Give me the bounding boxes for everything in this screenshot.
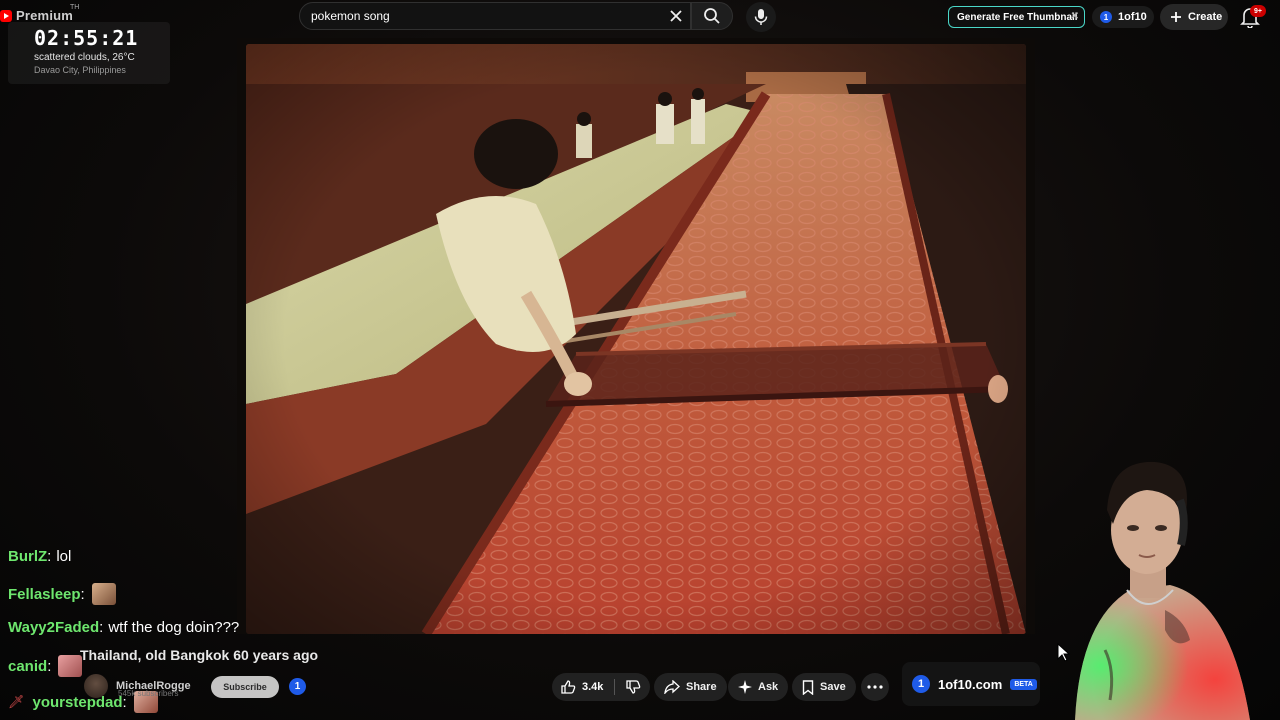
ask-label: Ask	[758, 681, 779, 693]
region-code: TH	[70, 4, 80, 11]
more-actions-button[interactable]	[861, 673, 889, 701]
dislike-button[interactable]	[618, 673, 648, 701]
sword-icon: 🗡	[8, 694, 25, 709]
video-content-image	[246, 44, 1026, 634]
subscribe-button[interactable]: Subscribe	[211, 676, 279, 698]
oneof10-logo-icon: 1	[1100, 11, 1112, 23]
like-button[interactable]: 3.4k	[552, 673, 614, 701]
search-input[interactable]	[311, 9, 651, 23]
weather-text: scattered clouds, 26°C	[34, 52, 135, 63]
sparkle-icon	[738, 680, 752, 694]
channel-avatar[interactable]	[84, 674, 108, 698]
chat-text: lol	[56, 548, 72, 565]
voice-search-button[interactable]	[746, 2, 776, 32]
oneof10-label: 1of10	[1118, 11, 1147, 23]
chat-username: BurlZ	[8, 548, 48, 565]
share-button[interactable]: Share	[654, 673, 727, 701]
chat-colon: :	[47, 548, 52, 565]
like-divider	[614, 679, 615, 695]
save-label: Save	[820, 681, 846, 693]
chat-colon: :	[47, 657, 52, 675]
video-frame[interactable]	[246, 44, 1026, 634]
thumbs-up-icon	[561, 680, 576, 694]
generate-thumbnail-button[interactable]: Generate Free Thumbnail ✕	[948, 6, 1085, 28]
webcam-image	[1075, 461, 1250, 720]
like-dislike-group: 3.4k	[552, 673, 650, 701]
oneof10-button[interactable]: 1 1of10	[1092, 6, 1154, 28]
beta-badge: BETA	[1010, 678, 1037, 690]
search-button[interactable]	[691, 2, 733, 30]
oneof10-extension-panel[interactable]: 1 1of10.com BETA	[902, 662, 1040, 706]
close-icon[interactable]: ✕	[1071, 11, 1079, 22]
search-icon	[704, 8, 720, 24]
create-button[interactable]: Create	[1160, 4, 1228, 30]
top-bar: Premium TH Generate Free Thumbnail ✕	[0, 0, 1280, 34]
bookmark-icon	[802, 679, 814, 695]
share-label: Share	[686, 681, 717, 693]
location-text: Davao City, Philippines	[34, 65, 126, 75]
chat-message: Wayy2Faded: wtf the dog doin???	[8, 619, 239, 636]
notifications-badge: 9+	[1250, 5, 1266, 17]
chat-message: canid:	[8, 655, 83, 677]
logo-text: Premium	[16, 8, 74, 23]
microphone-icon	[754, 9, 768, 25]
youtube-premium-logo[interactable]: Premium	[0, 8, 73, 23]
channel-info[interactable]: MichaelRogge 545k subscribers	[84, 674, 191, 698]
create-label: Create	[1188, 11, 1223, 23]
like-count: 3.4k	[582, 681, 604, 693]
thumbs-down-icon	[626, 680, 641, 694]
chat-text: wtf the dog doin???	[108, 619, 240, 636]
chat-message: Fellasleep:	[8, 583, 116, 605]
oneof10-logo-icon: 1	[912, 675, 930, 693]
save-button[interactable]: Save	[792, 673, 856, 701]
plus-icon	[1171, 12, 1181, 22]
more-dots-icon	[867, 685, 883, 689]
chat-colon: :	[99, 619, 104, 636]
clock-weather-widget: 02:55:21 scattered clouds, 26°C Davao Ci…	[8, 22, 170, 84]
youtube-logo-icon	[0, 9, 12, 22]
emote-image	[58, 655, 83, 677]
clear-search-icon[interactable]	[668, 8, 684, 24]
chat-colon: :	[80, 585, 85, 603]
chat-username: Fellasleep	[8, 585, 81, 603]
emote-image	[91, 583, 116, 605]
video-player[interactable]	[237, 38, 1035, 634]
video-title: Thailand, old Bangkok 60 years ago	[80, 647, 319, 663]
channel-subscribers: 545k subscribers	[118, 689, 179, 698]
streamer-webcam	[1035, 440, 1280, 720]
clock-time: 02:55:21	[34, 26, 139, 50]
chat-username: canid	[8, 657, 48, 675]
generate-thumbnail-label: Generate Free Thumbnail	[957, 11, 1078, 23]
extension-name: 1of10.com	[938, 676, 1003, 692]
search-box[interactable]	[299, 2, 691, 30]
chat-message: BurlZ: lol	[8, 548, 71, 565]
chat-username: Wayy2Faded	[8, 619, 100, 636]
oneof10-channel-icon[interactable]: 1	[289, 678, 306, 695]
share-icon	[664, 680, 680, 694]
ask-button[interactable]: Ask	[728, 673, 789, 701]
screen: Premium TH Generate Free Thumbnail ✕	[0, 0, 1280, 720]
